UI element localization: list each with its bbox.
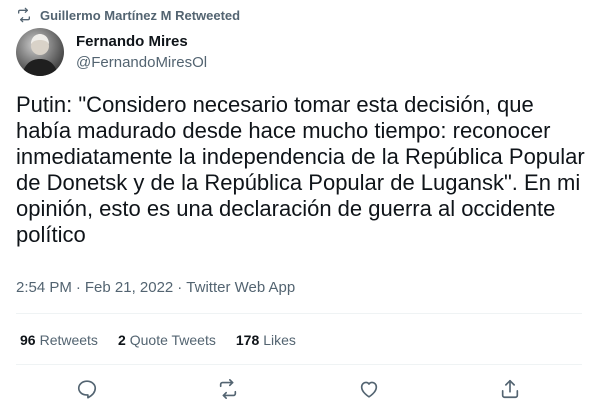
retweet-icon	[219, 379, 237, 399]
avatar[interactable]	[16, 28, 64, 76]
heart-icon	[360, 381, 378, 398]
quote-tweets-stat[interactable]: 2 Quote Tweets	[118, 331, 216, 349]
engagement-stats: 96 Retweets 2 Quote Tweets 178 Likes	[20, 331, 316, 349]
author-name[interactable]: Fernando Mires	[76, 33, 207, 51]
reply-button[interactable]	[76, 378, 98, 400]
tweet-source[interactable]: Twitter Web App	[186, 279, 295, 296]
share-icon	[501, 379, 519, 399]
retweets-label: Retweets	[39, 332, 98, 348]
author-handle[interactable]: @FernandoMiresOl	[76, 53, 207, 73]
likes-label: Likes	[263, 332, 296, 348]
quote-tweets-count: 2	[117, 332, 126, 348]
retweet-button[interactable]	[217, 378, 239, 400]
retweet-icon	[16, 7, 32, 23]
retweets-count: 96	[20, 332, 36, 348]
likes-stat[interactable]: 178 Likes	[236, 331, 296, 349]
quote-tweets-label: Quote Tweets	[129, 332, 216, 348]
divider	[16, 313, 582, 314]
meta-separator: ·	[75, 279, 81, 296]
divider	[16, 364, 582, 365]
retweeted-by-text: Guillermo Martínez M Retweeted	[40, 7, 241, 23]
reply-icon	[77, 380, 97, 399]
retweets-stat[interactable]: 96 Retweets	[20, 331, 98, 349]
author-block[interactable]: Fernando Mires @FernandoMiresOl	[76, 33, 207, 73]
action-bar	[0, 374, 598, 404]
tweet-date[interactable]: Feb 21, 2022	[85, 279, 173, 296]
meta-separator: ·	[177, 279, 183, 296]
share-button[interactable]	[499, 378, 521, 400]
tweet-time[interactable]: 2:54 PM	[16, 279, 72, 296]
likes-count: 178	[235, 332, 260, 348]
avatar-photo	[22, 34, 58, 76]
tweet-text: Putin: "Considero necesario tomar esta d…	[16, 92, 591, 247]
like-button[interactable]	[358, 378, 380, 400]
tweet-metadata: 2:54 PM · Feb 21, 2022 · Twitter Web App	[16, 278, 295, 298]
retweeted-by-context[interactable]: Guillermo Martínez M Retweeted	[16, 7, 240, 23]
